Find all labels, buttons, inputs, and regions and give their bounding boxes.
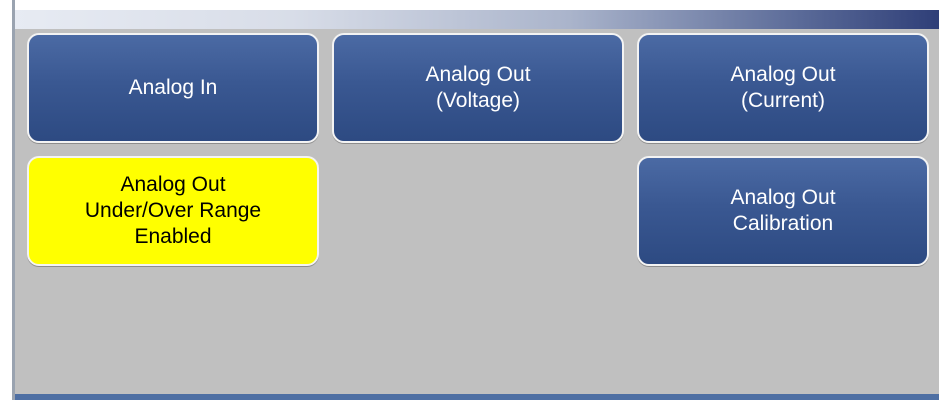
bottom-status-bar: [15, 394, 939, 400]
analog-out-current-button[interactable]: Analog Out (Current): [637, 33, 929, 143]
analog-io-screen: Analog In Analog Out (Voltage) Analog Ou…: [0, 0, 939, 400]
under-over-range-toggle-button[interactable]: Analog Out Under/Over Range Enabled: [27, 156, 319, 266]
analog-out-voltage-button[interactable]: Analog Out (Voltage): [332, 33, 624, 143]
title-bar-strip: [15, 10, 939, 29]
analog-in-button[interactable]: Analog In: [27, 33, 319, 143]
analog-out-calibration-button[interactable]: Analog Out Calibration: [637, 156, 929, 266]
